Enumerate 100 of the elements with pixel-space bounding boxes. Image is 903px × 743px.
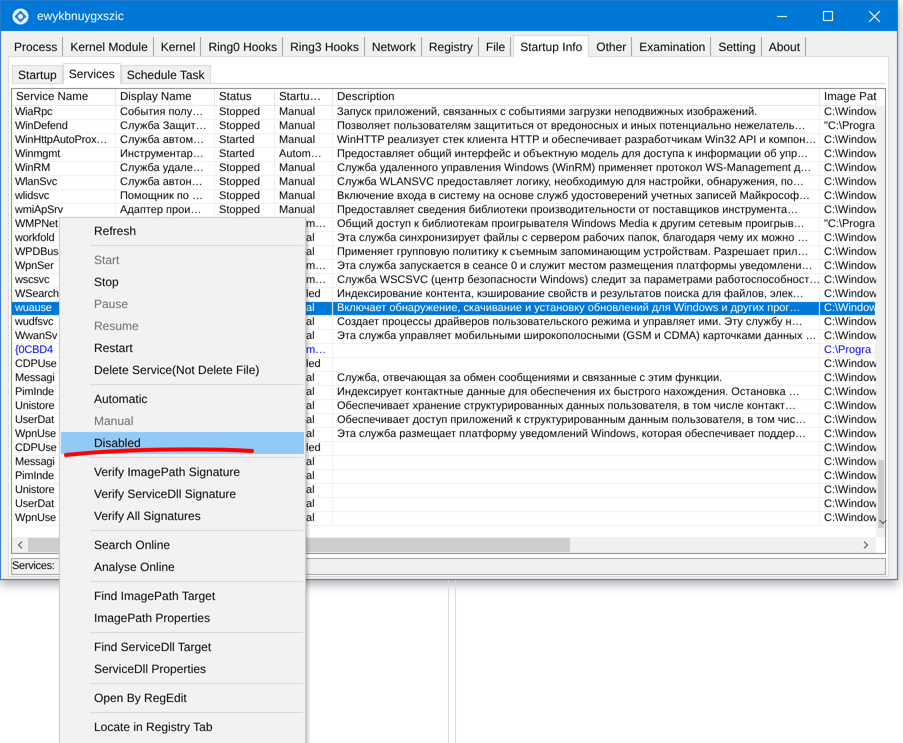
table-cell: led bbox=[306, 442, 321, 454]
table-cell: C:\Window bbox=[824, 330, 878, 342]
window-title: ewykbnuygxszic bbox=[37, 8, 124, 25]
table-cell: C:\Window bbox=[824, 414, 878, 426]
table-cell: C:\Window bbox=[824, 260, 878, 272]
table-cell: al bbox=[306, 316, 315, 328]
table-cell: C:\Window bbox=[824, 498, 878, 510]
table-cell: WinHttpAutoProx… bbox=[15, 134, 108, 146]
table-cell: Manual bbox=[279, 190, 316, 202]
table-cell: Предоставляет общий интерфейс и объектную модель для доступа к информации об упр… bbox=[337, 148, 808, 160]
table-cell: C:\Window bbox=[824, 190, 878, 202]
table-cell: WMPNet bbox=[15, 218, 58, 230]
table-cell: C:\Window bbox=[824, 386, 878, 398]
table-cell: UserDat bbox=[15, 414, 54, 426]
table-cell: Stopped bbox=[219, 120, 260, 132]
table-cell: Применяет групповую политику к съемным запоминающим устройствам. Разрешает прил… bbox=[337, 246, 808, 258]
table-cell: al bbox=[306, 428, 315, 440]
table-cell: WinHTTP реализует стек клиента HTTP и обеспечивает разработчикам Win32 API и компон… bbox=[337, 134, 816, 146]
table-cell: wudfsvc bbox=[15, 316, 54, 328]
table-cell: Messagi bbox=[15, 456, 55, 468]
table-cell: Предоставляет сведения библиотеки производительности от поставщиков инструмента… bbox=[337, 204, 798, 216]
table-cell: CDPUse bbox=[15, 442, 57, 454]
table-cell: Служба WSCSVC (центр безопасности Windows) следит за параметрами работоспособност… bbox=[337, 274, 820, 286]
table-cell: Инструментар… bbox=[120, 148, 204, 160]
table-cell: WwanSv bbox=[15, 330, 58, 342]
table-cell: Обеспечивает доступ приложений к структурированным данным пользователя, в том чис… bbox=[337, 414, 806, 426]
table-cell: Stopped bbox=[219, 176, 260, 188]
table-cell: WinDefend bbox=[15, 120, 68, 132]
table-cell: al bbox=[306, 400, 315, 412]
table-cell: Запуск приложений, связанных с событиями загрузки неподвижных изображений. bbox=[337, 106, 758, 118]
table-cell: C:\Window bbox=[824, 106, 878, 118]
table-cell: Обеспечивает хранение структурированных данных пользователя, в том числе контакт… bbox=[337, 400, 796, 412]
table-cell: "C:\Progra bbox=[824, 218, 875, 230]
table-cell: CDPUse bbox=[15, 358, 57, 370]
table-cell: C:\Window bbox=[824, 358, 878, 370]
table-cell: Unistore bbox=[15, 484, 54, 496]
table-cell: Служба WLANSVC предоставляет логику, необходимую для настройки, обнаружения, по… bbox=[337, 176, 804, 188]
table-cell: workfold bbox=[15, 232, 54, 244]
table-cell: m… bbox=[306, 218, 326, 230]
table-cell: Включение входа в систему на основе служб удостоверений учетных записей Майкрософ… bbox=[337, 190, 810, 202]
table-cell: C:\Window bbox=[824, 204, 878, 216]
table-cell: Создает процессы драйверов пользовательского режима и управляет ими. Эту службу н… bbox=[337, 316, 803, 328]
table-cell: События полу… bbox=[120, 106, 204, 118]
table-cell: al bbox=[306, 512, 315, 524]
table-cell: Общий доступ к библиотекам проигрывателя Windows Media к другим сетевым проигрыв… bbox=[337, 218, 805, 230]
table-cell: UserDat bbox=[15, 498, 54, 510]
table-cell: WlanSvc bbox=[15, 176, 57, 188]
table-cell: C:\Window bbox=[824, 442, 878, 454]
table-cell: WPDBus bbox=[15, 246, 58, 258]
table-cell: C:\Window bbox=[824, 134, 878, 146]
table-cell: Winmgmt bbox=[15, 148, 60, 160]
table-cell: m… bbox=[306, 344, 326, 356]
table-cell: C:\Window bbox=[824, 428, 878, 440]
table-cell: Служба удаленного управления Windows (WinRM) применяет протокол WS-Management д… bbox=[337, 162, 812, 174]
table-cell: al bbox=[306, 414, 315, 426]
table-cell: Manual bbox=[279, 162, 316, 174]
table-cell: al bbox=[306, 330, 315, 342]
table-cell: Адаптер прои… bbox=[120, 204, 202, 216]
table-cell: C:\Window bbox=[824, 246, 878, 258]
table-cell: WSearch bbox=[15, 288, 59, 300]
table-cell: {0CBD4 bbox=[15, 344, 53, 356]
table-cell: Служба Защит… bbox=[120, 120, 207, 132]
table-cell: m… bbox=[306, 260, 326, 272]
table-cell: C:\Window bbox=[824, 484, 878, 496]
table-cell: C:\Window bbox=[824, 456, 878, 468]
table-cell: Manual bbox=[279, 134, 316, 146]
table-cell: Manual bbox=[279, 120, 316, 132]
table-cell: C:\Window bbox=[824, 400, 878, 412]
table-cell: C:\Window bbox=[824, 316, 878, 328]
table-cell: m… bbox=[306, 274, 326, 286]
table-cell: Эта служба размещает платформу уведомлений Windows, которая обеспечивает поддер… bbox=[337, 428, 806, 440]
table-cell: Stopped bbox=[219, 190, 260, 202]
table-cell: al bbox=[306, 498, 315, 510]
table-cell: al bbox=[306, 456, 315, 468]
table-cell: C:\Window bbox=[824, 372, 878, 384]
table-cell: C:\Window bbox=[824, 512, 878, 524]
table-cell: WpnSer bbox=[15, 260, 54, 272]
table-cell: Stopped bbox=[219, 106, 260, 118]
table-cell: al bbox=[306, 386, 315, 398]
table-cell: wuause bbox=[15, 302, 52, 314]
table-cell: Эта служба запускается в сеансе 0 и служит местом размещения платформы уведомлени… bbox=[337, 260, 812, 272]
table-cell: Служба автон… bbox=[120, 176, 203, 188]
table-cell: Autom… bbox=[279, 148, 322, 160]
table-cell: C:\Window bbox=[824, 288, 878, 300]
table-cell: WiaRpc bbox=[15, 106, 52, 118]
table-cell: C:\Window bbox=[824, 470, 878, 482]
table-cell: Служба, отвечающая за обмен сообщениями и связанные с этим функции. bbox=[337, 372, 722, 384]
table-cell: wmiApSrv bbox=[15, 204, 63, 216]
table-cell: Manual bbox=[279, 176, 316, 188]
table-cell: al bbox=[306, 232, 315, 244]
table-cell: Индексирует контактные данные для обеспечения их быстрого нахождения. Остановка … bbox=[337, 386, 800, 398]
table-cell: "C:\Progra bbox=[824, 120, 875, 132]
table-cell: C:\Window bbox=[824, 176, 878, 188]
table-cell: Эта служба синхронизирует файлы с сервером рабочих папок, благодаря чему их можно … bbox=[337, 232, 808, 244]
table-cell: WpnUse bbox=[15, 428, 56, 440]
table-cell: Unistore bbox=[15, 400, 54, 412]
table-cell: al bbox=[306, 302, 315, 314]
table-cell: wlidsvc bbox=[15, 190, 50, 202]
table-cell: Manual bbox=[279, 204, 316, 216]
table-cell: Помощник по … bbox=[120, 190, 203, 202]
